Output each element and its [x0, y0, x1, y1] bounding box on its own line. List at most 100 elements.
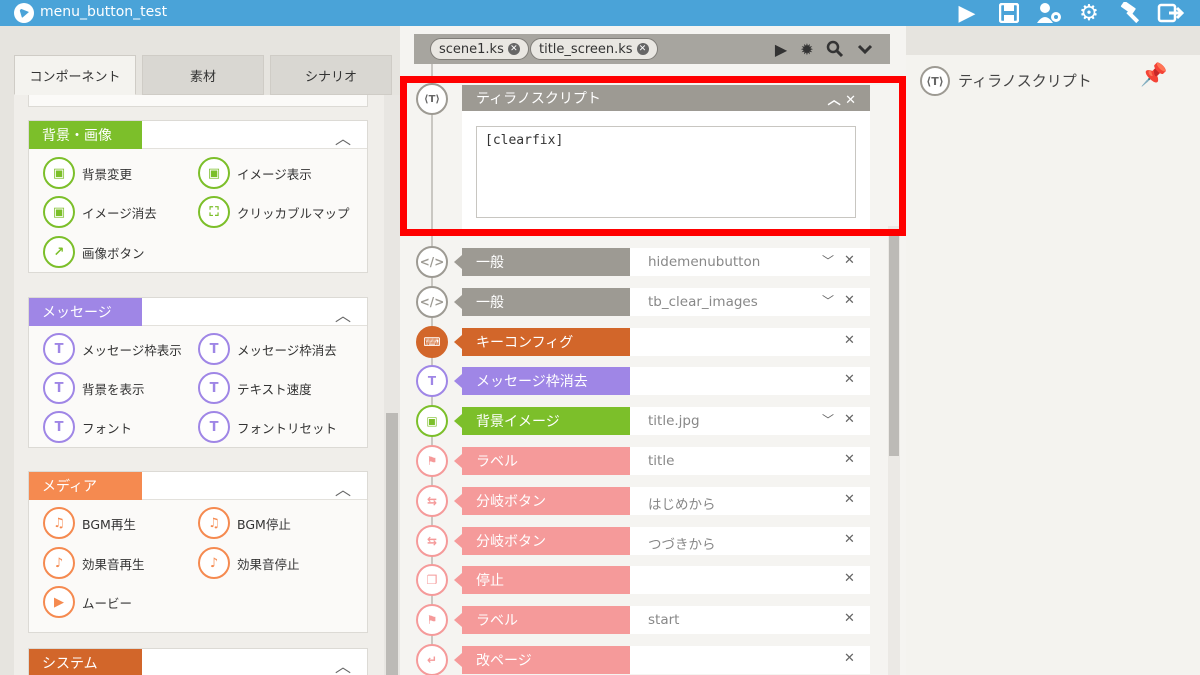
chevron-up-icon[interactable]: ︿: [335, 125, 351, 149]
command-label: 分岐ボタン: [454, 487, 630, 515]
component-movie[interactable]: ▶ ムービー: [43, 586, 132, 618]
component-clickable-map[interactable]: ⛶ クリッカブルマップ: [198, 196, 350, 228]
delete-icon[interactable]: ✕: [844, 293, 855, 308]
close-icon[interactable]: ✕: [507, 43, 520, 55]
delete-icon[interactable]: ✕: [844, 651, 855, 666]
delete-icon[interactable]: ✕: [844, 532, 855, 547]
command-row[interactable]: 一般 hidemenubutton ﹀ ✕: [454, 248, 870, 276]
file-tab-scene1[interactable]: scene1.ks ✕: [430, 38, 529, 60]
bug-icon[interactable]: ✹: [796, 38, 818, 60]
tyrano-script-icon: ⟨T⟩: [416, 83, 448, 115]
chevron-down-icon[interactable]: [854, 38, 876, 60]
component-bgm-stop[interactable]: ♫ BGM停止: [198, 507, 291, 539]
group-message: メッセージ ︿ T メッセージ枠表示 T メッセージ枠消去 T 背景を表示 T テキスト…: [28, 297, 368, 448]
command-row[interactable]: 一般 tb_clear_images ﹀ ✕: [454, 288, 870, 316]
component-label: 効果音再生: [82, 556, 145, 572]
tyrano-script-header[interactable]: ティラノスクリプト ︿ ✕: [462, 85, 870, 111]
component-label: イメージ表示: [237, 166, 312, 182]
command-value[interactable]: hidemenubutton: [648, 254, 760, 270]
command-row[interactable]: 背景イメージ title.jpg ﹀ ✕: [454, 407, 870, 435]
command-label: 分岐ボタン: [454, 527, 630, 555]
command-row[interactable]: ラベル title ✕: [454, 447, 870, 475]
component-change-background[interactable]: ▣ 背景変更: [43, 157, 132, 189]
chevron-up-icon[interactable]: ︿: [335, 653, 351, 675]
chevron-up-icon[interactable]: ︿: [335, 302, 351, 326]
chevron-down-icon[interactable]: ﹀: [822, 252, 834, 269]
delete-icon[interactable]: ✕: [844, 412, 855, 427]
close-icon[interactable]: ✕: [636, 43, 649, 55]
component-font-reset[interactable]: T フォントリセット: [198, 411, 337, 443]
delete-icon[interactable]: ✕: [844, 571, 855, 586]
image-hide-icon: ▣: [43, 196, 75, 228]
image-change-icon: ▣: [43, 157, 75, 189]
component-label: 効果音停止: [237, 556, 300, 572]
hammer-icon[interactable]: [1116, 0, 1146, 26]
bgm-stop-icon: ♫: [198, 507, 230, 539]
play-icon[interactable]: ▶: [770, 38, 792, 60]
component-font[interactable]: T フォント: [43, 411, 132, 443]
component-show-message-window[interactable]: T メッセージ枠表示: [43, 333, 182, 365]
command-row[interactable]: キーコンフィグ ✕: [454, 328, 870, 356]
tab-components[interactable]: コンポーネント: [14, 55, 136, 95]
group-header[interactable]: メディア ︿: [29, 472, 367, 500]
delete-icon[interactable]: ✕: [844, 333, 855, 348]
tyrano-script-input[interactable]: [clearfix]: [476, 126, 856, 218]
bgm-play-icon: ♫: [43, 507, 75, 539]
component-bgm-play[interactable]: ♫ BGM再生: [43, 507, 136, 539]
command-value[interactable]: tb_clear_images: [648, 294, 758, 310]
play-icon[interactable]: ▶: [952, 0, 982, 26]
movie-icon: ▶: [43, 586, 75, 618]
chevron-up-icon[interactable]: ︿: [335, 476, 351, 500]
search-icon[interactable]: [824, 38, 846, 60]
editor-scrollbar-thumb[interactable]: [889, 236, 899, 456]
settings-user-icon[interactable]: [1034, 0, 1064, 26]
export-icon[interactable]: [1156, 0, 1186, 26]
command-row[interactable]: ラベル start ✕: [454, 606, 870, 634]
component-show-background[interactable]: T 背景を表示: [43, 372, 145, 404]
component-label: テキスト速度: [237, 381, 312, 397]
command-row[interactable]: 停止 ✕: [454, 566, 870, 594]
command-row[interactable]: メッセージ枠消去 ✕: [454, 367, 870, 395]
command-icon: ❐: [416, 564, 448, 596]
component-hide-image[interactable]: ▣ イメージ消去: [43, 196, 157, 228]
tyrano-script-body: [clearfix]: [462, 111, 870, 229]
command-icon: ⚑: [416, 604, 448, 636]
group-header[interactable]: 背景・画像 ︿: [29, 121, 367, 149]
file-tab-title-screen[interactable]: title_screen.ks ✕: [530, 38, 658, 60]
gear-icon[interactable]: ⚙: [1074, 0, 1104, 26]
delete-icon[interactable]: ✕: [844, 372, 855, 387]
component-se-stop[interactable]: ♪ 効果音停止: [198, 547, 300, 579]
group-header[interactable]: メッセージ ︿: [29, 298, 367, 326]
title-bar: menu_button_test ▶ ⚙: [0, 0, 1200, 26]
delete-icon[interactable]: ✕: [844, 492, 855, 507]
pin-icon[interactable]: 📌: [1140, 63, 1167, 88]
component-label: フォント: [82, 420, 133, 436]
command-row[interactable]: 分岐ボタン つづきから ✕: [454, 527, 870, 555]
chevron-down-icon[interactable]: ﹀: [822, 411, 834, 428]
tab-materials[interactable]: 素材: [142, 55, 264, 95]
component-show-image[interactable]: ▣ イメージ表示: [198, 157, 312, 189]
component-text-speed[interactable]: T テキスト速度: [198, 372, 312, 404]
command-value[interactable]: はじめから: [648, 493, 716, 513]
tab-scenario[interactable]: シナリオ: [270, 55, 392, 95]
chevron-down-icon[interactable]: ﹀: [822, 292, 834, 309]
component-scrollbar-thumb[interactable]: [386, 413, 398, 675]
command-value[interactable]: つづきから: [648, 533, 716, 553]
component-se-play[interactable]: ♪ 効果音再生: [43, 547, 145, 579]
image-button-icon: ↗: [43, 236, 75, 268]
delete-icon[interactable]: ✕: [844, 253, 855, 268]
command-row[interactable]: 分岐ボタン はじめから ✕: [454, 487, 870, 515]
component-image-button[interactable]: ↗ 画像ボタン: [43, 236, 145, 268]
component-hide-message-window[interactable]: T メッセージ枠消去: [198, 333, 337, 365]
delete-icon[interactable]: ✕: [844, 611, 855, 626]
command-value[interactable]: start: [648, 612, 679, 628]
command-value[interactable]: title.jpg: [648, 413, 700, 429]
command-row[interactable]: 改ページ ✕: [454, 646, 870, 674]
file-tab-bar: scene1.ks ✕ title_screen.ks ✕ ▶ ✹: [414, 34, 890, 64]
collapse-close-controls[interactable]: ︿ ✕: [828, 89, 856, 108]
group-header[interactable]: システム ︿: [29, 649, 367, 675]
delete-icon[interactable]: ✕: [844, 452, 855, 467]
scenario-editor: scene1.ks ✕ title_screen.ks ✕ ▶ ✹ ⟨T⟩ ティラノ…: [400, 26, 906, 675]
save-icon[interactable]: [994, 0, 1024, 26]
command-value[interactable]: title: [648, 453, 674, 469]
